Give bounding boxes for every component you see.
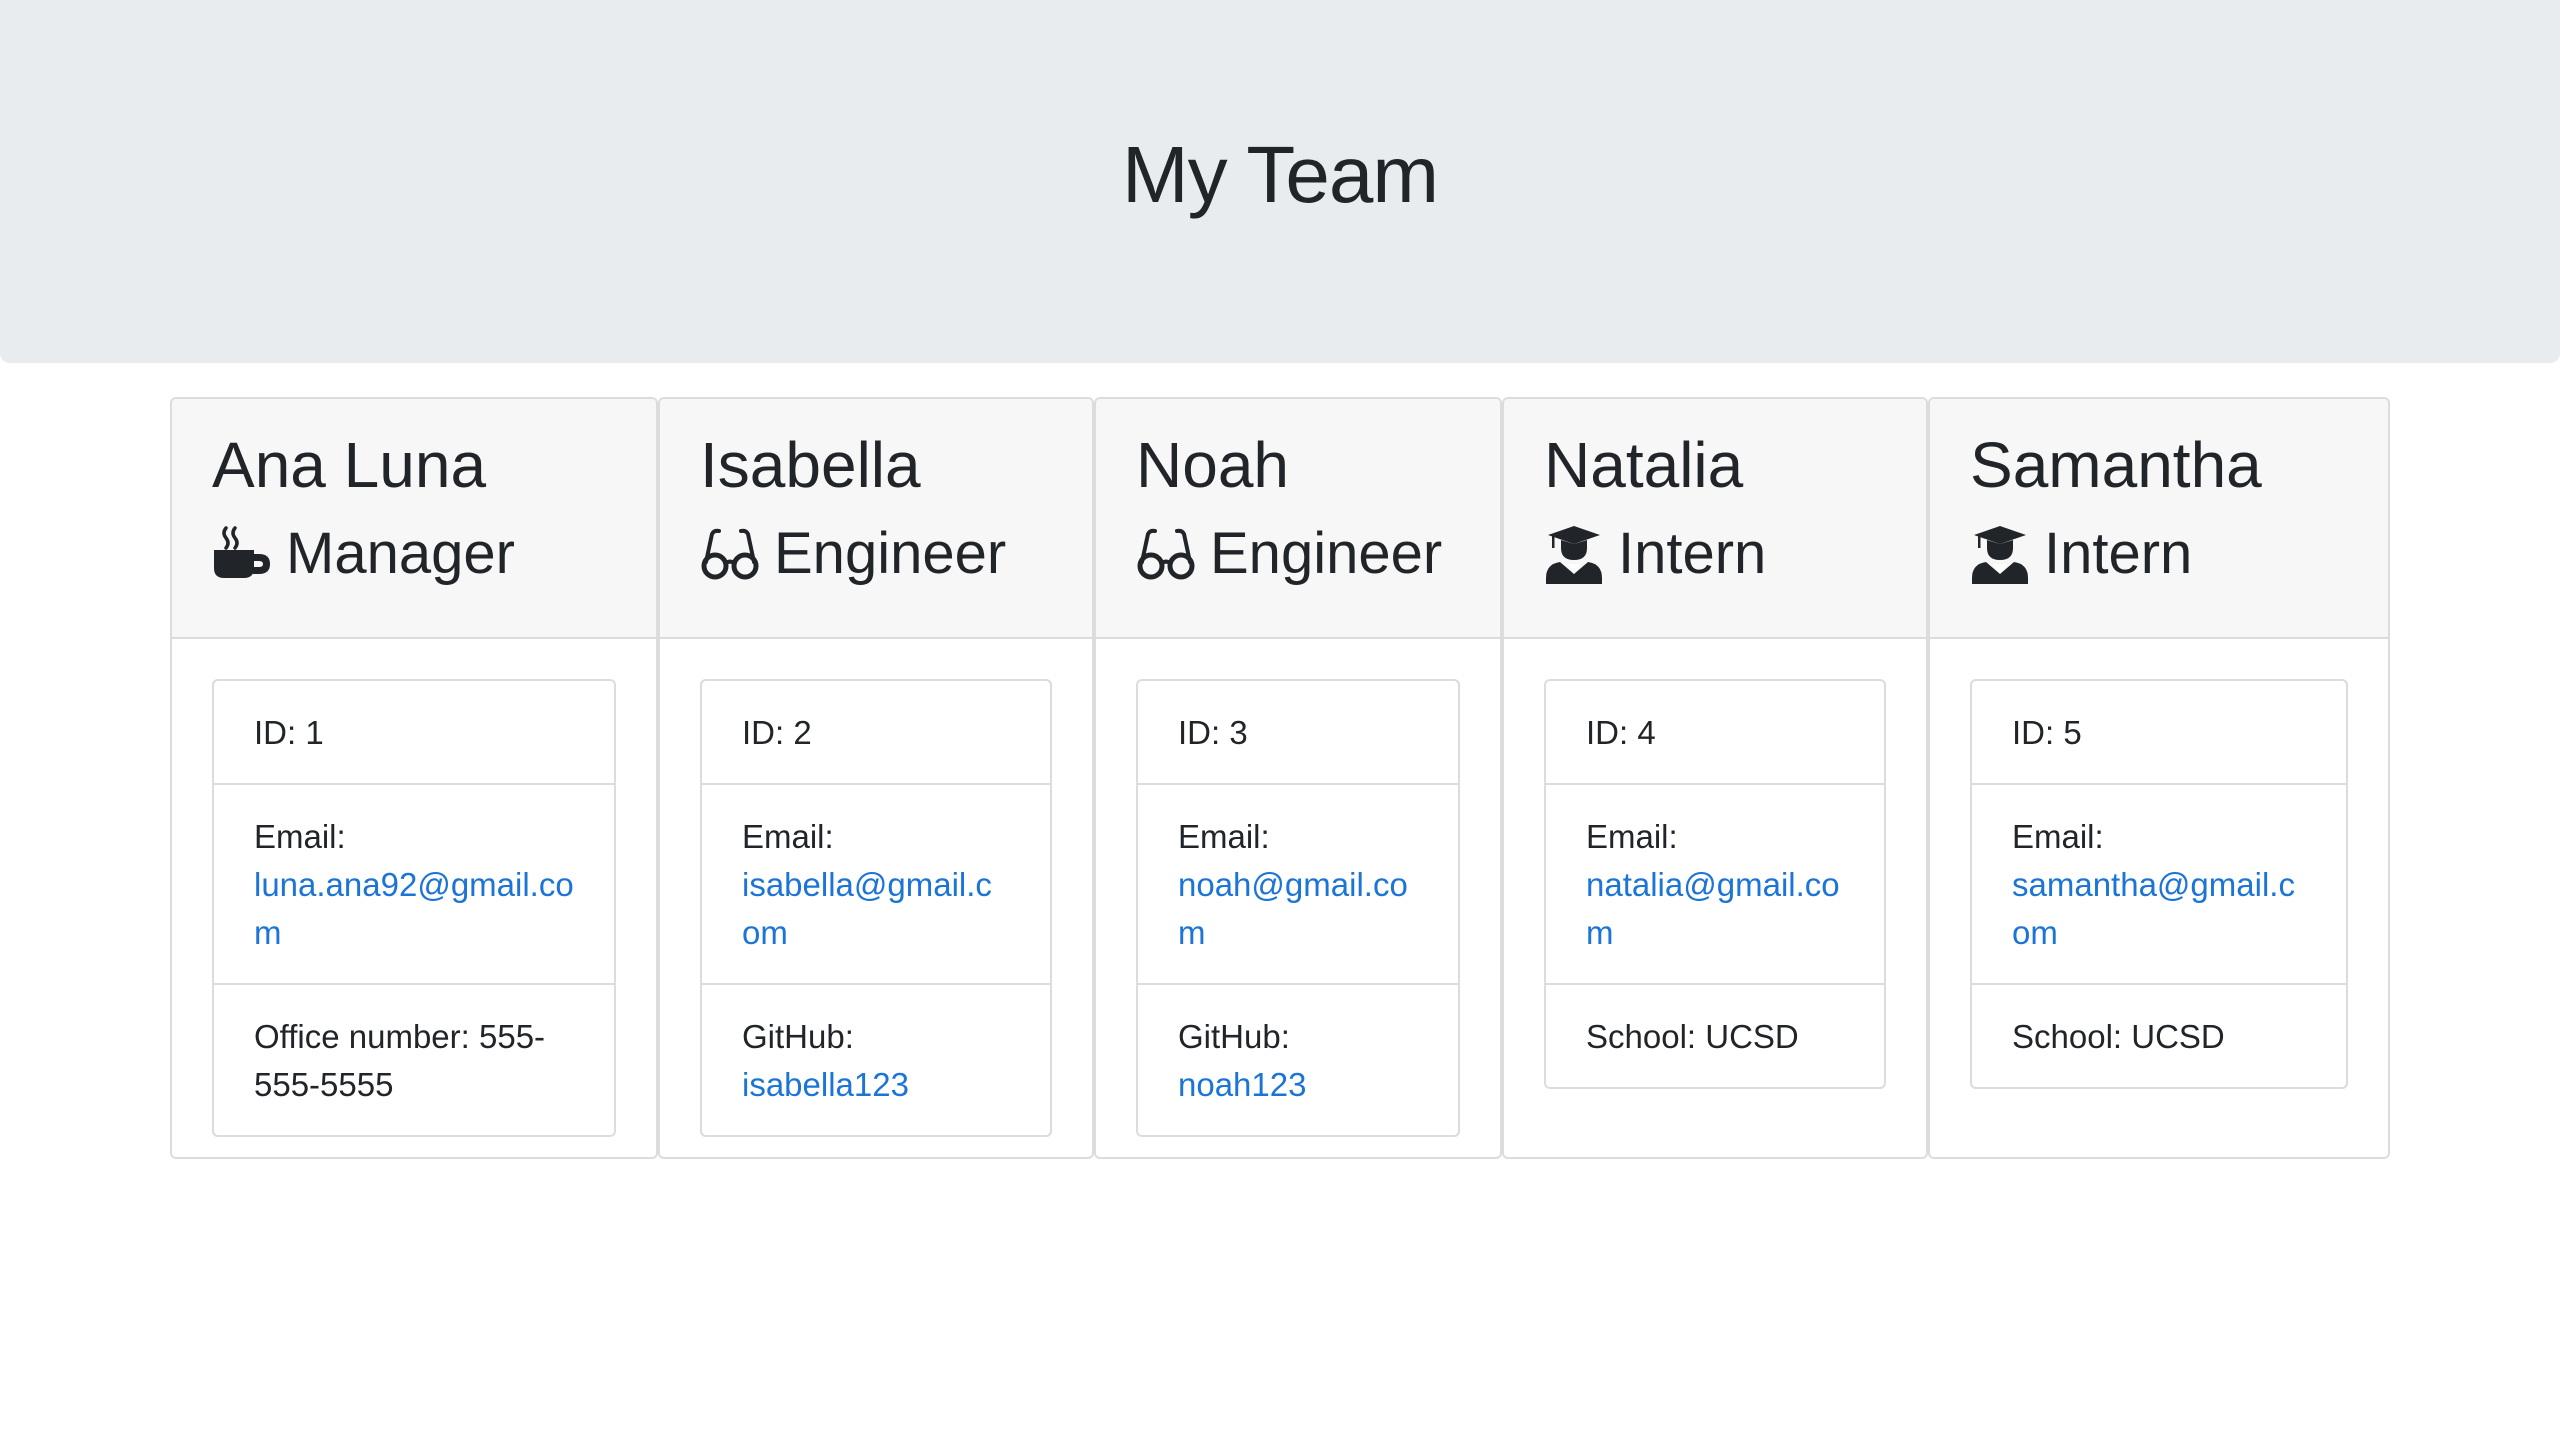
coffee-mug-icon — [212, 524, 272, 584]
card-header: Ana Luna Manager — [172, 399, 656, 639]
email-link[interactable]: natalia@gmail.com — [1586, 866, 1840, 951]
employee-name: Natalia — [1544, 429, 1744, 501]
role-label: Intern — [2044, 521, 2193, 586]
school-item: School: UCSD — [1972, 983, 2346, 1087]
id-item: ID: 1 — [254, 714, 324, 751]
github-link[interactable]: isabella123 — [742, 1066, 909, 1103]
card-header: Natalia Intern — [1504, 399, 1926, 639]
email-label: Email: — [1586, 818, 1678, 855]
employee-name: Samantha — [1970, 429, 2262, 501]
office-number-item: Office number: 555-555-5555 — [214, 983, 614, 1135]
role-label: Manager — [286, 521, 515, 586]
email-item: Email: noah@gmail.com — [1138, 783, 1458, 983]
employee-role: Engineer — [700, 519, 1092, 589]
email-label: Email: — [254, 818, 346, 855]
card-header: Isabella Engineer — [660, 399, 1092, 639]
info-list: ID: 4 Email: natalia@gmail.com School: U… — [1544, 679, 1886, 1089]
glasses-icon — [1136, 524, 1196, 584]
id-item: ID: 2 — [742, 714, 812, 751]
employee-name: Isabella — [700, 429, 921, 501]
employee-card: Samantha Intern ID: 5 Email: samantha@gm… — [1928, 397, 2390, 1159]
email-item: Email: isabella@gmail.com — [702, 783, 1050, 983]
role-label: Engineer — [774, 521, 1007, 586]
email-item: Email: luna.ana92@gmail.com — [214, 783, 614, 983]
card-header: Samantha Intern — [1930, 399, 2388, 639]
email-label: Email: — [1178, 818, 1270, 855]
card-header: Noah Engineer — [1096, 399, 1500, 639]
employee-name: Ana Luna — [212, 429, 487, 501]
employee-name: Noah — [1136, 429, 1289, 501]
github-link[interactable]: noah123 — [1178, 1066, 1306, 1103]
github-label: GitHub: — [1178, 1018, 1290, 1055]
email-label: Email: — [2012, 818, 2104, 855]
employee-role: Engineer — [1136, 519, 1500, 589]
info-list: ID: 2 Email: isabella@gmail.com GitHub: … — [700, 679, 1052, 1137]
github-label: GitHub: — [742, 1018, 854, 1055]
id-item: ID: 3 — [1178, 714, 1248, 751]
employee-role: Manager — [212, 519, 656, 589]
github-item: GitHub: isabella123 — [702, 983, 1050, 1135]
employee-card: Ana Luna Manager ID: 1 Email: luna.ana92… — [170, 397, 658, 1159]
page-header: My Team — [0, 0, 2560, 363]
employee-role: Intern — [1970, 519, 2388, 589]
email-item: Email: natalia@gmail.com — [1546, 783, 1884, 983]
info-list: ID: 5 Email: samantha@gmail.com School: … — [1970, 679, 2348, 1089]
email-label: Email: — [742, 818, 834, 855]
email-item: Email: samantha@gmail.com — [1972, 783, 2346, 983]
employee-card: Noah Engineer ID: 3 Email: noah@gmail.co… — [1094, 397, 1502, 1159]
id-item: ID: 4 — [1586, 714, 1656, 751]
email-link[interactable]: isabella@gmail.com — [742, 866, 992, 951]
email-link[interactable]: noah@gmail.com — [1178, 866, 1408, 951]
role-label: Engineer — [1210, 521, 1443, 586]
graduate-icon — [1544, 524, 1604, 584]
info-list: ID: 3 Email: noah@gmail.com GitHub: noah… — [1136, 679, 1460, 1137]
employee-card: Natalia Intern ID: 4 Email: natalia@gmai… — [1502, 397, 1928, 1159]
graduate-icon — [1970, 524, 2030, 584]
github-item: GitHub: noah123 — [1138, 983, 1458, 1135]
role-label: Intern — [1618, 521, 1767, 586]
school-item: School: UCSD — [1546, 983, 1884, 1087]
email-link[interactable]: samantha@gmail.com — [2012, 866, 2295, 951]
email-link[interactable]: luna.ana92@gmail.com — [254, 866, 574, 951]
glasses-icon — [700, 524, 760, 584]
page-title: My Team — [1121, 129, 1439, 219]
id-item: ID: 5 — [2012, 714, 2082, 751]
info-list: ID: 1 Email: luna.ana92@gmail.com Office… — [212, 679, 616, 1137]
employee-card: Isabella Engineer ID: 2 Email: isabella@… — [658, 397, 1094, 1159]
employee-role: Intern — [1544, 519, 1926, 589]
